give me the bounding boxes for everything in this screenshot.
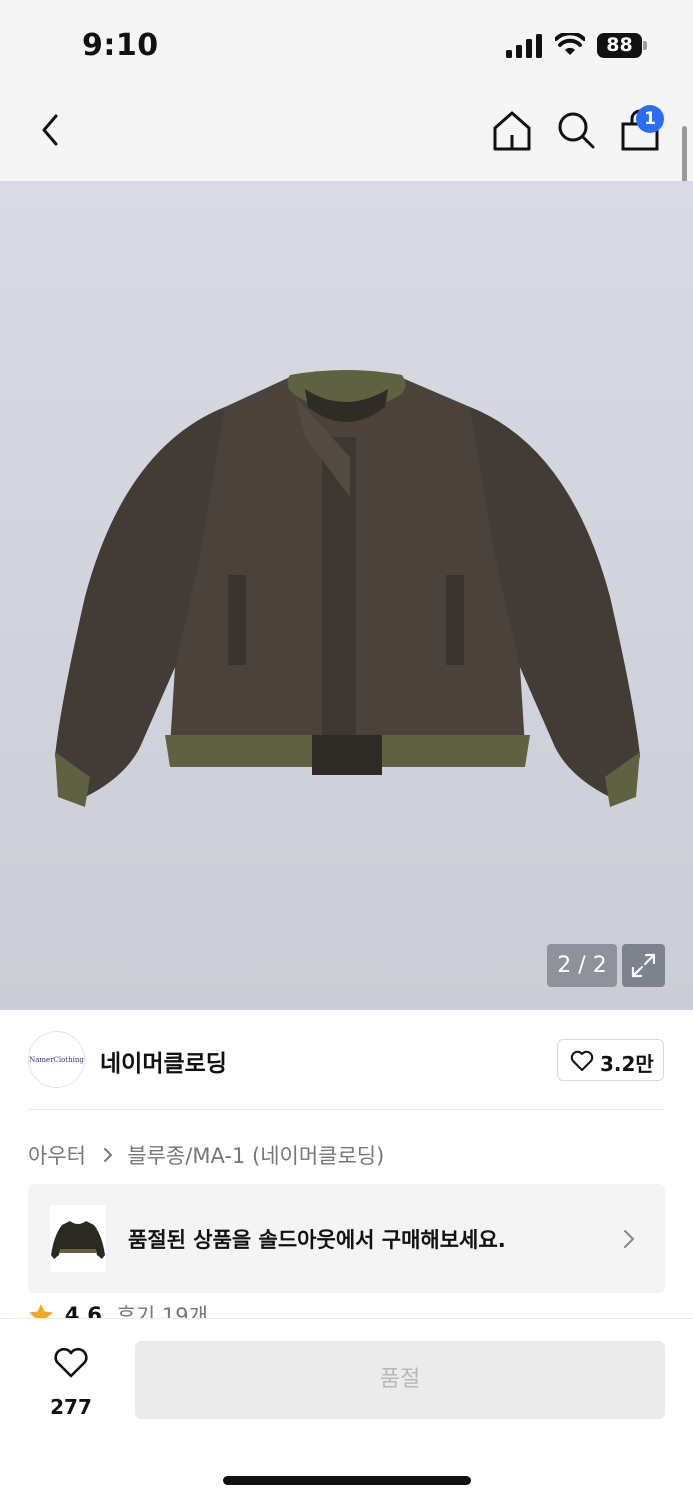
chevron-right-icon: [624, 1230, 635, 1248]
brand-logo[interactable]: NamerClothing: [28, 1031, 85, 1088]
heart-icon: [54, 1347, 88, 1378]
breadcrumb: 아우터 블루종/MA-1 (네이머클로딩): [28, 1140, 384, 1170]
image-counter: 2 / 2: [547, 944, 617, 987]
breadcrumb-subcategory[interactable]: 블루종/MA-1 (네이머클로딩): [127, 1144, 384, 1168]
status-time: 9:10: [82, 28, 159, 63]
cart-count-badge: 1: [636, 105, 664, 133]
brand-like-button[interactable]: 3.2만: [557, 1039, 664, 1081]
product-photo: [55, 370, 640, 807]
bottom-action-bar: 277 품절: [0, 1318, 693, 1500]
wishlist-count: 277: [50, 1395, 92, 1419]
divider: [28, 1109, 665, 1110]
brand-name[interactable]: 네이머클로딩: [100, 1044, 227, 1078]
heart-icon: [570, 1050, 594, 1071]
battery-icon: 88: [597, 33, 647, 58]
home-icon[interactable]: [490, 109, 534, 153]
battery-level: 88: [597, 33, 642, 58]
wishlist-button[interactable]: 277: [40, 1343, 102, 1423]
brand-row[interactable]: NamerClothing 네이머클로딩 3.2만: [0, 1010, 693, 1110]
soldout-button[interactable]: 품절: [135, 1341, 665, 1419]
back-icon[interactable]: [36, 112, 66, 148]
expand-icon[interactable]: [622, 944, 665, 987]
status-bar: 9:10 88: [0, 0, 693, 88]
soldout-banner[interactable]: 품절된 상품을 솔드아웃에서 구매해보세요.: [28, 1184, 665, 1293]
wifi-icon: [555, 33, 585, 55]
banner-thumbnail: [50, 1205, 106, 1272]
product-image-gallery[interactable]: 2 / 2: [0, 181, 693, 1010]
search-icon[interactable]: [555, 109, 597, 151]
chevron-right-icon: [103, 1148, 113, 1162]
breadcrumb-category[interactable]: 아우터: [28, 1144, 86, 1168]
top-nav: 1: [0, 88, 693, 181]
home-indicator: [223, 1476, 471, 1485]
brand-like-count: 3.2만: [600, 1052, 654, 1076]
banner-text: 품절된 상품을 솔드아웃에서 구매해보세요.: [128, 1228, 506, 1252]
signal-icon: [506, 34, 542, 58]
